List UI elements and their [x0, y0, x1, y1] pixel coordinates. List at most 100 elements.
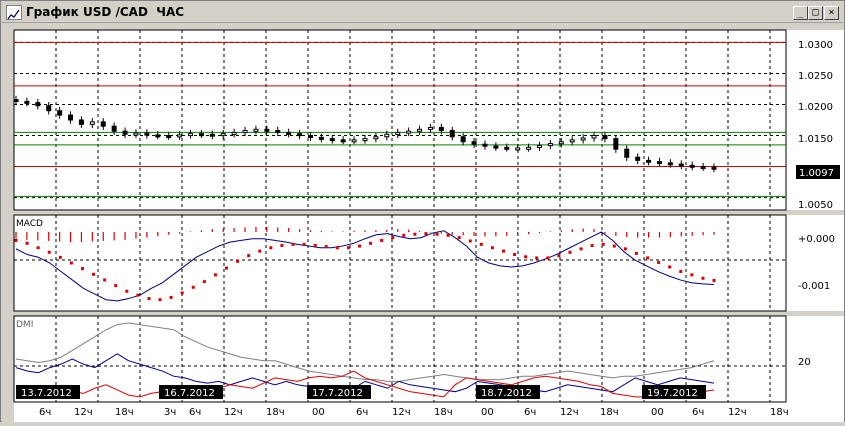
signal-dot-51 [579, 247, 583, 251]
price-tick-4: 1.0150 [798, 134, 833, 145]
signal-dot-10 [125, 289, 129, 293]
hour-label-2: 18ч [115, 407, 134, 418]
hour-labels: 6ч 12ч 18ч 3ч 6ч 12ч 18ч 00 6ч 12ч 18ч 00 6ч 12ч 18ч 00… [39, 407, 789, 418]
signal-dot-13 [158, 298, 162, 302]
signal-dot-15 [180, 291, 184, 295]
window-title: График USD /CAD ЧАС [26, 5, 185, 19]
signal-dot-21 [247, 254, 251, 258]
candle-body-17 [198, 133, 204, 137]
candle-body-56 [624, 148, 630, 158]
frame-sep-1 [2, 210, 844, 215]
signal-dot-35 [402, 233, 406, 237]
signal-dot-3 [47, 250, 51, 254]
hour-label-16: 6ч [692, 407, 704, 418]
maximize-button[interactable]: □ [808, 6, 823, 20]
signal-dot-20 [236, 259, 240, 263]
candle-body-23 [264, 128, 270, 132]
signal-dot-37 [424, 232, 428, 236]
signal-dot-6 [80, 267, 84, 271]
hour-label-10: 18ч [434, 407, 453, 418]
signal-dot-47 [535, 256, 539, 260]
signal-dot-54 [612, 244, 616, 248]
signal-dot-14 [169, 295, 173, 299]
signal-dot-46 [524, 255, 528, 259]
date-label-4: 19.7.2012 [647, 388, 698, 399]
hour-label-12: 6ч [524, 407, 536, 418]
date-label-2: 17.7.2012 [312, 388, 363, 399]
current-price-label: 1.0097 [799, 168, 834, 179]
hour-label-5: 12ч [224, 407, 243, 418]
signal-dot-34 [391, 236, 395, 240]
candle-body-51 [569, 139, 575, 143]
signal-dot-42 [479, 242, 483, 246]
candle-body-25 [286, 131, 292, 135]
hour-label-15: 00 [651, 407, 664, 418]
candle-body-59 [656, 161, 662, 165]
candle-body-54 [602, 135, 608, 140]
candle-body-26 [297, 133, 303, 137]
signal-dot-31 [357, 244, 361, 248]
price-tick-1: 1.0300 [798, 40, 833, 51]
title-bar[interactable]: График USD /CAD ЧАС _ □ × [2, 2, 843, 23]
candle-body-11 [133, 132, 139, 136]
signal-dot-24 [280, 243, 284, 247]
hour-label-4: 6ч [189, 407, 201, 418]
signal-dot-38 [435, 232, 439, 236]
signal-dot-11 [136, 293, 140, 297]
candle-body-63 [700, 166, 706, 170]
candle-body-22 [253, 128, 259, 132]
signal-dot-61 [690, 273, 694, 277]
signal-dot-48 [546, 256, 550, 260]
signal-dot-28 [324, 245, 328, 249]
hour-label-6: 18ч [266, 407, 285, 418]
signal-dot-40 [457, 236, 461, 240]
hour-label-0: 6ч [39, 407, 51, 418]
candle-body-28 [318, 136, 324, 140]
candle-body-42 [471, 141, 477, 145]
signal-dot-32 [369, 241, 373, 245]
signal-dot-2 [36, 246, 40, 250]
candle-body-30 [340, 139, 346, 143]
candle-body-21 [242, 130, 248, 134]
close-button[interactable]: × [824, 6, 839, 20]
candle-body-38 [427, 126, 433, 130]
candle-body-46 [515, 147, 521, 151]
chart-area[interactable]: 1.0300 1.0250 1.0200 1.0150 1.0050 1.009… [2, 24, 844, 422]
candle-body-10 [122, 130, 128, 135]
signal-dot-25 [291, 242, 295, 246]
candle-body-27 [307, 135, 313, 139]
macd-panel[interactable] [13, 214, 787, 312]
signal-dot-7 [92, 272, 96, 276]
signal-dot-58 [657, 260, 661, 264]
candle-body-52 [580, 137, 586, 141]
signal-dot-22 [258, 249, 262, 253]
hour-label-8: 6ч [356, 407, 368, 418]
signal-dot-33 [380, 238, 384, 242]
signal-dot-59 [668, 265, 672, 269]
candle-body-29 [329, 138, 335, 142]
candle-body-48 [537, 144, 542, 148]
date-label-3: 18.7.2012 [481, 388, 532, 399]
price-panel[interactable] [13, 29, 787, 211]
macd-tick-1: +0.000 [798, 234, 835, 245]
candle-body-43 [482, 143, 488, 147]
signal-dot-56 [634, 251, 638, 255]
candle-body-35 [395, 131, 401, 135]
candle-body-2 [35, 102, 41, 107]
signal-dot-0 [14, 238, 18, 242]
signal-dot-63 [712, 279, 716, 283]
hour-label-13: 12ч [560, 407, 579, 418]
dmi-tick-1: 20 [798, 357, 811, 368]
hour-label-9: 12ч [392, 407, 411, 418]
minimize-button[interactable]: _ [793, 6, 808, 20]
signal-dot-30 [346, 246, 350, 250]
candle-body-13 [155, 134, 161, 138]
candle-body-5 [68, 114, 74, 121]
hour-label-14: 18ч [600, 407, 619, 418]
signal-dot-9 [114, 284, 118, 288]
signal-dot-62 [701, 276, 705, 280]
signal-dot-41 [468, 239, 472, 243]
candle-body-15 [177, 134, 183, 138]
hour-label-11: 00 [481, 407, 494, 418]
candle-body-50 [558, 141, 564, 145]
